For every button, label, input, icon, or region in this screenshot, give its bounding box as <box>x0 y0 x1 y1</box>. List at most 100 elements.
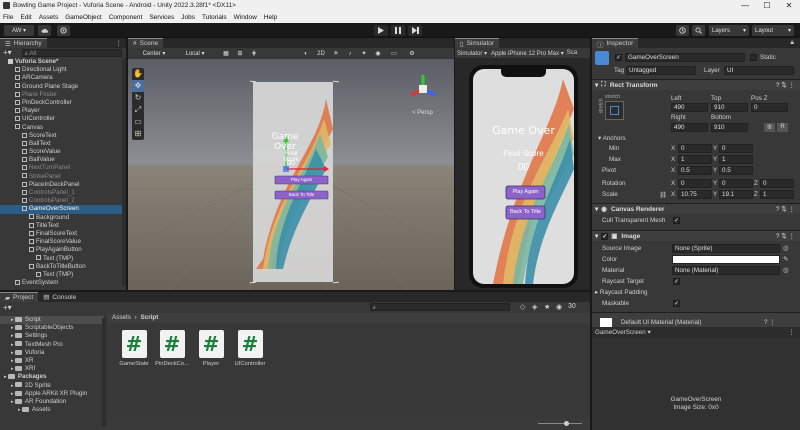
grid-snap-icon[interactable]: ▦ <box>220 49 232 58</box>
tab-scene[interactable]: # Scene <box>128 38 164 48</box>
max-y-field[interactable]: 1 <box>719 155 753 164</box>
active-checkbox[interactable]: ✓ <box>615 54 622 61</box>
sim-back-to-title-button[interactable]: Back To Title <box>506 206 545 219</box>
project-tree-item[interactable]: ▸ ScriptableObjects <box>0 324 104 332</box>
layout-dropdown[interactable]: Layout ▾ <box>752 25 794 36</box>
scale-z-field[interactable]: 1 <box>760 190 794 199</box>
hierarchy-item[interactable]: ControlsPanel_1 <box>0 189 126 197</box>
menu-jobs[interactable]: Jobs <box>181 14 195 21</box>
sim-play-again-button[interactable]: Play Again <box>506 186 545 199</box>
asset-item[interactable]: # PinDeckCo... <box>152 330 192 367</box>
raycast-padding-foldout[interactable]: ▸ Raycast Padding <box>595 289 648 296</box>
anchors-foldout[interactable]: ▾ Anchors <box>598 135 626 142</box>
audio-icon[interactable]: ♪ <box>344 49 356 58</box>
tab-hierarchy[interactable]: ☰ Hierarchy <box>0 38 47 48</box>
transform-tool-icon[interactable]: ⊞ <box>132 128 144 140</box>
collab-icon[interactable] <box>57 25 70 36</box>
hierarchy-item[interactable]: ControlsPanel_2 <box>0 197 126 205</box>
hierarchy-item[interactable]: PlaceInDeckPanel <box>0 181 126 189</box>
hidden-objects-icon[interactable]: ◉ <box>372 49 384 58</box>
hierarchy-item[interactable]: Directional Light <box>0 66 126 74</box>
min-x-field[interactable]: 0 <box>678 144 712 153</box>
scale-x-field[interactable]: 10.75 <box>678 190 712 199</box>
minimize-button[interactable]: — <box>734 0 756 11</box>
lighting-icon[interactable]: ☀ <box>330 49 342 58</box>
hierarchy-search-input[interactable]: ⌕ All <box>22 49 122 57</box>
breadcrumb-assets[interactable]: Assets <box>112 314 131 321</box>
effects-icon[interactable]: ✦ <box>358 49 370 58</box>
min-y-field[interactable]: 0 <box>719 144 753 153</box>
filter-label-icon[interactable]: ◈ <box>532 303 537 311</box>
hierarchy-item[interactable]: StrikePanel <box>0 173 126 181</box>
space-dropdown[interactable]: Local ▾ <box>177 49 213 58</box>
scale-tool-icon[interactable]: ⤢ <box>132 104 144 116</box>
hierarchy-item[interactable]: UIController <box>0 115 126 123</box>
cloud-icon[interactable] <box>38 25 51 36</box>
hierarchy-item[interactable]: Player <box>0 107 126 115</box>
asset-item[interactable]: # Player <box>191 330 231 367</box>
project-tree-item[interactable]: ▸ Assets <box>0 406 104 414</box>
hand-tool-icon[interactable]: ✋ <box>132 68 144 80</box>
menu-file[interactable]: File <box>3 14 13 21</box>
simulator-mode-dropdown[interactable]: Simulator ▾ <box>457 50 487 57</box>
layer-dropdown[interactable]: UI <box>724 66 794 75</box>
pivot-dropdown[interactable]: Center ▾ <box>134 49 174 58</box>
phone-screen[interactable]: Game Over Final Score 00 Play Again Back… <box>473 69 574 284</box>
scale-dropdown[interactable]: Sca <box>567 50 577 56</box>
canvas-renderer-header[interactable]: ▾ ◉ Canvas Renderer ? ⇅ ⋮ <box>592 203 800 214</box>
play-button[interactable] <box>374 25 388 36</box>
menu-help[interactable]: Help <box>264 14 277 21</box>
grid-visibility-icon[interactable]: ⋕ <box>248 49 260 58</box>
link-icon[interactable]: ⛓ <box>659 191 667 199</box>
move-tool-icon[interactable]: ✥ <box>132 80 144 92</box>
menu-component[interactable]: Component <box>109 14 143 21</box>
hierarchy-item[interactable]: EventSystem <box>0 279 126 287</box>
hierarchy-item[interactable]: BallText <box>0 140 126 148</box>
hierarchy-item[interactable]: FinalScoreText <box>0 230 126 238</box>
tag-dropdown[interactable]: Untagged <box>626 66 696 75</box>
menu-tutorials[interactable]: Tutorials <box>202 14 227 21</box>
snap-increment-icon[interactable]: ⊞ <box>234 49 246 58</box>
component-menu-icon[interactable]: ? ⋮ <box>764 319 776 326</box>
kebab-menu-icon[interactable]: ⋮ <box>788 329 794 336</box>
hierarchy-item[interactable]: ScoreText <box>0 132 126 140</box>
rotation-z-field[interactable]: 0 <box>760 179 794 188</box>
project-tree-item[interactable]: ▸ XRI <box>0 365 104 373</box>
hierarchy-item[interactable]: Background <box>0 214 126 222</box>
top-field[interactable]: 910 <box>711 103 748 112</box>
project-tree-item[interactable]: ▸ 2D Sprite <box>0 382 104 390</box>
maximize-button[interactable]: ☐ <box>756 0 778 11</box>
hierarchy-item[interactable]: Text (TMP) <box>0 255 126 263</box>
pivot-y-field[interactable]: 0.5 <box>719 166 753 175</box>
bottom-field[interactable]: 910 <box>711 123 748 132</box>
lock-icon[interactable]: 🔒︎ <box>791 39 794 47</box>
max-x-field[interactable]: 1 <box>678 155 712 164</box>
tree-scrollbar[interactable] <box>102 318 106 426</box>
project-tree-item[interactable]: ▸ TextMesh Pro <box>0 341 104 349</box>
hierarchy-item[interactable]: FinalScoreValue <box>0 238 126 246</box>
favorite-icon[interactable]: ★ <box>544 303 550 311</box>
hierarchy-item[interactable]: Vuforia Scene* <box>0 58 126 66</box>
object-name-field[interactable]: GameOverScreen <box>625 53 745 62</box>
hierarchy-item[interactable]: BackToTitleButton <box>0 263 126 271</box>
zoom-slider[interactable] <box>538 423 582 424</box>
add-icon[interactable]: +▾ <box>3 48 12 58</box>
scene-viewport[interactable] <box>128 59 454 290</box>
hierarchy-item[interactable]: PlayAgainButton <box>0 246 126 254</box>
left-field[interactable]: 490 <box>671 103 708 112</box>
layers-dropdown[interactable]: Layers ▾ <box>709 25 749 36</box>
account-button[interactable]: AW ▾ <box>4 25 34 36</box>
eyedropper-icon[interactable]: ✎ <box>783 256 788 263</box>
asset-item[interactable]: # GameState <box>114 330 154 367</box>
add-icon[interactable]: +▾ <box>3 302 12 313</box>
source-image-field[interactable]: None (Sprite) <box>672 244 780 253</box>
hidden-packages-icon[interactable]: ◉ <box>556 303 562 311</box>
raw-edit-button[interactable]: R <box>777 123 788 132</box>
project-tree-item[interactable]: ▸ Settings <box>0 332 104 340</box>
project-tree-item[interactable]: ▸ Script <box>0 316 104 325</box>
posz-field[interactable]: 0 <box>751 103 788 112</box>
project-tree-item[interactable]: ▸ Apple ARKit XR Plugin <box>0 390 104 398</box>
cull-transparent-checkbox[interactable]: ✓ <box>673 217 680 224</box>
object-picker-icon[interactable]: ◎ <box>783 245 789 252</box>
object-picker-icon[interactable]: ◎ <box>783 267 789 274</box>
